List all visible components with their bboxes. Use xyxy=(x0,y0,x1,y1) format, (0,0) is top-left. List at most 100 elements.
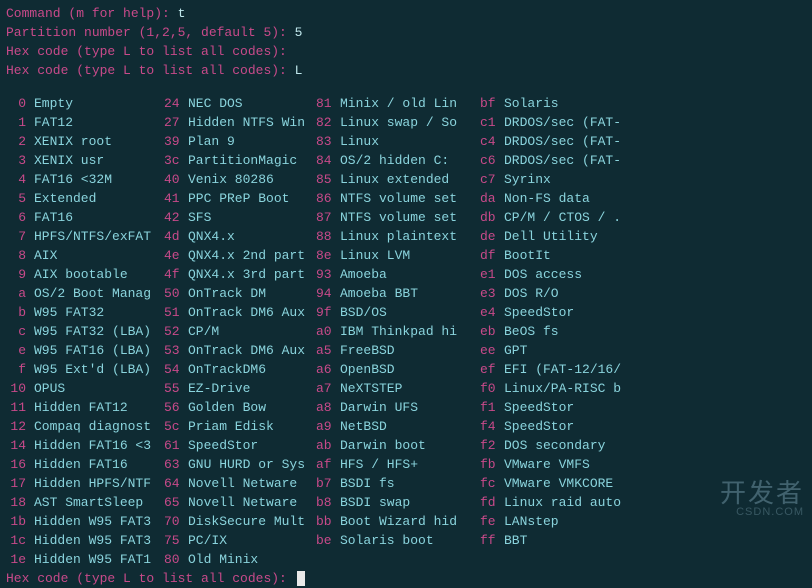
type-name: W95 FAT32 (LBA) xyxy=(34,322,164,341)
type-code xyxy=(316,550,340,569)
table-row: 7HPFS/NTFS/exFAT4dQNX4.x88Linux plaintex… xyxy=(6,227,806,246)
type-name: Dell Utility xyxy=(504,227,664,246)
type-code: da xyxy=(480,189,504,208)
type-name: NEC DOS xyxy=(188,94,316,113)
type-code: 5c xyxy=(164,417,188,436)
type-name: DOS R/O xyxy=(504,284,664,303)
type-code: 40 xyxy=(164,170,188,189)
type-name: Syrinx xyxy=(504,170,664,189)
type-code: c6 xyxy=(480,151,504,170)
table-row: 1eHidden W95 FAT180Old Minix xyxy=(6,550,806,569)
table-row: 18AST SmartSleep65Novell Netwareb8BSDI s… xyxy=(6,493,806,512)
type-code: 27 xyxy=(164,113,188,132)
type-code: 4 xyxy=(6,170,34,189)
type-code: fc xyxy=(480,474,504,493)
type-name: Linux swap / So xyxy=(340,113,480,132)
type-name: BeOS fs xyxy=(504,322,664,341)
type-code: 18 xyxy=(6,493,34,512)
type-code: f4 xyxy=(480,417,504,436)
table-row: eW95 FAT16 (LBA)53OnTrack DM6 Auxa5FreeB… xyxy=(6,341,806,360)
cmd-prompt-line[interactable]: Command (m for help): t xyxy=(6,4,806,23)
type-code: 39 xyxy=(164,132,188,151)
type-code: 56 xyxy=(164,398,188,417)
table-row: bW95 FAT3251OnTrack DM6 Aux9fBSD/OSe4Spe… xyxy=(6,303,806,322)
type-code: f2 xyxy=(480,436,504,455)
type-name: Solaris xyxy=(504,94,664,113)
type-name: PPC PReP Boot xyxy=(188,189,316,208)
type-code: ef xyxy=(480,360,504,379)
type-code: 6 xyxy=(6,208,34,227)
type-name: OpenBSD xyxy=(340,360,480,379)
type-name: Darwin UFS xyxy=(340,398,480,417)
type-name: AIX xyxy=(34,246,164,265)
type-name: AIX bootable xyxy=(34,265,164,284)
partition-input-value: 5 xyxy=(295,25,303,40)
type-name: SFS xyxy=(188,208,316,227)
type-name xyxy=(504,550,664,569)
type-name: Linux plaintext xyxy=(340,227,480,246)
type-code: 81 xyxy=(316,94,340,113)
type-name: Linux LVM xyxy=(340,246,480,265)
type-name: NetBSD xyxy=(340,417,480,436)
table-row: 17Hidden HPFS/NTF64Novell Netwareb7BSDI … xyxy=(6,474,806,493)
type-name: Hidden W95 FAT3 xyxy=(34,531,164,550)
type-code: 87 xyxy=(316,208,340,227)
type-name: Plan 9 xyxy=(188,132,316,151)
type-name: DRDOS/sec (FAT- xyxy=(504,113,664,132)
table-row: cW95 FAT32 (LBA)52CP/Ma0IBM Thinkpad hie… xyxy=(6,322,806,341)
type-name: Hidden W95 FAT1 xyxy=(34,550,164,569)
table-row: 1bHidden W95 FAT370DiskSecure MultbbBoot… xyxy=(6,512,806,531)
hex-prompt-line-2[interactable]: Hex code (type L to list all codes): L xyxy=(6,61,806,80)
table-row: 0Empty24NEC DOS81Minix / old LinbfSolari… xyxy=(6,94,806,113)
type-code: de xyxy=(480,227,504,246)
type-code: 42 xyxy=(164,208,188,227)
type-code: 4e xyxy=(164,246,188,265)
type-code: 9 xyxy=(6,265,34,284)
type-name: DRDOS/sec (FAT- xyxy=(504,132,664,151)
type-name: QNX4.x 2nd part xyxy=(188,246,316,265)
type-name: BBT xyxy=(504,531,664,550)
hex-input-value-2: L xyxy=(295,63,303,78)
type-code: 4d xyxy=(164,227,188,246)
type-name: Amoeba BBT xyxy=(340,284,480,303)
type-code: 54 xyxy=(164,360,188,379)
hex-prompt-line-1[interactable]: Hex code (type L to list all codes): xyxy=(6,42,806,61)
type-code: 84 xyxy=(316,151,340,170)
type-name: Hidden FAT16 xyxy=(34,455,164,474)
type-code: df xyxy=(480,246,504,265)
type-code: fd xyxy=(480,493,504,512)
type-code: 4f xyxy=(164,265,188,284)
type-name: Non-FS data xyxy=(504,189,664,208)
type-name: DiskSecure Mult xyxy=(188,512,316,531)
partition-prompt-line[interactable]: Partition number (1,2,5, default 5): 5 xyxy=(6,23,806,42)
type-name: Hidden HPFS/NTF xyxy=(34,474,164,493)
type-name: W95 Ext'd (LBA) xyxy=(34,360,164,379)
type-code: e1 xyxy=(480,265,504,284)
type-name: DOS secondary xyxy=(504,436,664,455)
table-row: 5Extended41PPC PReP Boot86NTFS volume se… xyxy=(6,189,806,208)
table-row: 3XENIX usr3cPartitionMagic84OS/2 hidden … xyxy=(6,151,806,170)
type-name: Darwin boot xyxy=(340,436,480,455)
hex-prompt-label-2: Hex code (type L to list all codes): xyxy=(6,63,295,78)
type-name: BSDI fs xyxy=(340,474,480,493)
type-code: 80 xyxy=(164,550,188,569)
hex-prompt-line-final[interactable]: Hex code (type L to list all codes): xyxy=(6,569,806,588)
type-name: Linux/PA-RISC b xyxy=(504,379,664,398)
type-code: 75 xyxy=(164,531,188,550)
type-name: Priam Edisk xyxy=(188,417,316,436)
type-code: 11 xyxy=(6,398,34,417)
type-code: bf xyxy=(480,94,504,113)
type-code: b7 xyxy=(316,474,340,493)
type-code: a5 xyxy=(316,341,340,360)
type-name: Venix 80286 xyxy=(188,170,316,189)
type-name: LANstep xyxy=(504,512,664,531)
type-name: Hidden W95 FAT3 xyxy=(34,512,164,531)
type-name: IBM Thinkpad hi xyxy=(340,322,480,341)
type-code: 9f xyxy=(316,303,340,322)
type-name: Compaq diagnost xyxy=(34,417,164,436)
type-code: ee xyxy=(480,341,504,360)
type-name: CP/M / CTOS / . xyxy=(504,208,664,227)
type-code: be xyxy=(316,531,340,550)
type-name: OPUS xyxy=(34,379,164,398)
type-name: GNU HURD or Sys xyxy=(188,455,316,474)
